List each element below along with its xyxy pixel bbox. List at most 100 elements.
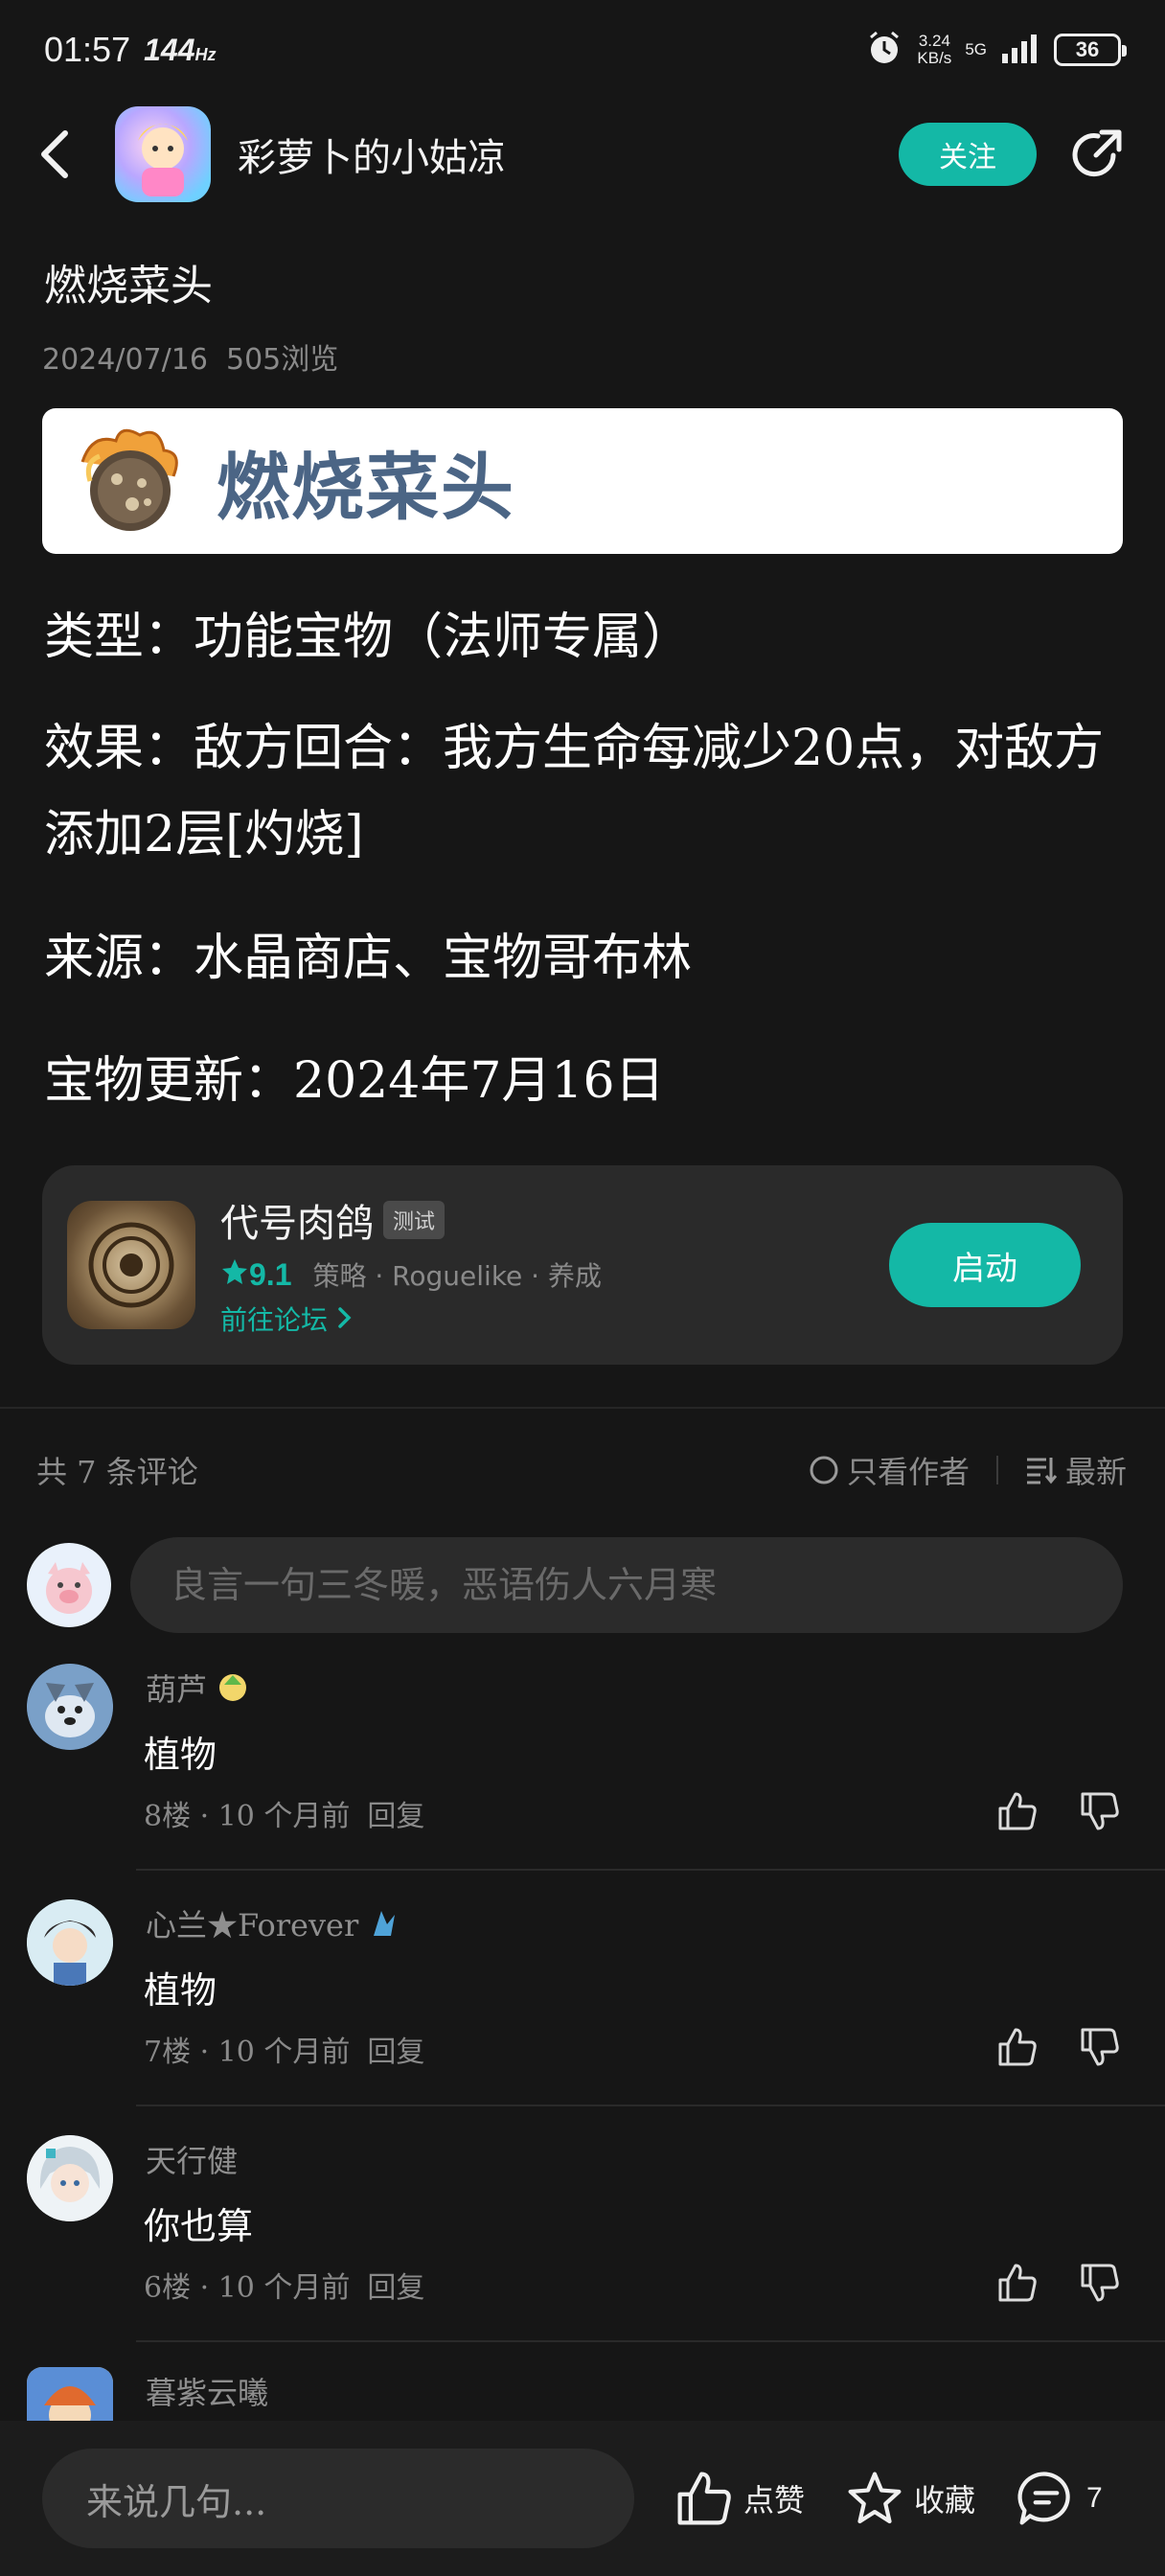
commenter-name-label: 心兰★Forever bbox=[146, 1907, 359, 1944]
commenter-name[interactable]: 天行健 bbox=[146, 2137, 238, 2181]
filter-separator bbox=[995, 1456, 998, 1484]
post-title: 燃烧菜头 bbox=[44, 262, 213, 310]
comment-text: 植物 bbox=[144, 1969, 217, 2012]
bottom-comment-input[interactable]: 来说几句... bbox=[42, 2449, 634, 2548]
forum-link-label: 前往论坛 bbox=[220, 1304, 329, 1336]
star-outline-icon bbox=[848, 2472, 902, 2524]
comment-divider bbox=[136, 2104, 1165, 2106]
signal-icon bbox=[1000, 33, 1040, 67]
commenter-name[interactable]: 暮紫云曦 bbox=[146, 2369, 268, 2413]
commenter-avatar[interactable] bbox=[27, 1664, 113, 1750]
post-meta: 2024/07/16 505浏览 bbox=[42, 335, 338, 378]
only-author-label: 只看作者 bbox=[846, 1454, 970, 1490]
commenter-name[interactable]: 葫芦 bbox=[146, 1666, 249, 1710]
like-button[interactable]: 点赞 bbox=[674, 2469, 805, 2528]
thumbs-up-icon bbox=[677, 2472, 731, 2525]
forum-link[interactable]: 前往论坛 bbox=[220, 1300, 889, 1338]
refresh-rate: 144Hz bbox=[144, 33, 216, 68]
sort-list-icon bbox=[1026, 1458, 1058, 1484]
commenter-name-label: 葫芦 bbox=[146, 1671, 208, 1708]
comment-meta: 6楼 · 10 个月前 回复 bbox=[144, 2264, 424, 2306]
game-name-row: 代号肉鸽 测试 bbox=[220, 1192, 889, 1248]
comment-actions bbox=[996, 2262, 1121, 2304]
comment-floor-time: 7楼 · 10 个月前 bbox=[144, 2036, 351, 2069]
game-sub: 9.1 策略 · Roguelike · 养成 bbox=[220, 1255, 889, 1294]
commenter-avatar[interactable] bbox=[27, 2367, 113, 2421]
net-speed-value: 3.24 bbox=[918, 32, 950, 50]
comment-filters: 只看作者 最新 bbox=[809, 1448, 1127, 1492]
comment-item: 天行健 你也算 6楼 · 10 个月前 回复 bbox=[0, 2135, 1165, 2336]
author-avatar[interactable] bbox=[115, 106, 211, 202]
game-test-badge: 测试 bbox=[383, 1201, 445, 1239]
comment-divider bbox=[136, 2340, 1165, 2342]
follow-button[interactable]: 关注 bbox=[899, 123, 1037, 186]
launch-button[interactable]: 启动 bbox=[889, 1223, 1081, 1307]
reply-button[interactable]: 回复 bbox=[367, 2271, 424, 2305]
net-speed-unit: KB/s bbox=[917, 49, 952, 67]
alarm-icon bbox=[865, 29, 903, 71]
sort-toggle[interactable]: 最新 bbox=[1025, 1448, 1127, 1492]
back-button[interactable] bbox=[38, 116, 96, 193]
comments-header: 共 7 条评论 只看作者 最新 bbox=[0, 1443, 1165, 1497]
post-date: 2024/07/16 bbox=[42, 343, 208, 377]
thumbs-down-icon[interactable] bbox=[1079, 2026, 1121, 2068]
post-effect-line: 效果：敌方回合：我方生命每减少20点，对敌方添加2层[灼烧] bbox=[44, 720, 1105, 863]
refresh-rate-value: 144 bbox=[144, 32, 195, 67]
share-button[interactable] bbox=[1067, 125, 1127, 184]
network-type: 5G bbox=[965, 40, 987, 58]
comment-meta: 8楼 · 10 个月前 回复 bbox=[144, 1792, 424, 1834]
status-time: 01:57 bbox=[44, 30, 131, 69]
comment-actions bbox=[996, 1790, 1121, 1832]
radio-circle-icon bbox=[810, 1456, 838, 1484]
game-icon[interactable] bbox=[67, 1201, 195, 1329]
chevron-left-icon bbox=[41, 130, 68, 178]
reply-button[interactable]: 回复 bbox=[367, 2036, 424, 2069]
comments-button[interactable]: 7 bbox=[1016, 2469, 1103, 2528]
section-divider bbox=[0, 1407, 1165, 1409]
badge-icon bbox=[374, 1911, 396, 1936]
comment-floor-time: 6楼 · 10 个月前 bbox=[144, 2271, 351, 2305]
game-genres: 策略 · Roguelike · 养成 bbox=[312, 1260, 602, 1292]
post-update-line: 宝物更新：2024年7月16日 bbox=[44, 1052, 665, 1110]
battery-indicator: 36 bbox=[1054, 34, 1127, 66]
commenter-avatar[interactable] bbox=[27, 1899, 113, 1986]
commenter-name[interactable]: 心兰★Forever bbox=[146, 1901, 400, 1945]
commenter-name-label: 天行健 bbox=[146, 2143, 239, 2179]
post-source-line: 来源：水晶商店、宝物哥布林 bbox=[44, 930, 693, 987]
bottom-bar: 来说几句... 点赞 收藏 7 bbox=[0, 2421, 1165, 2576]
favorite-label: 收藏 bbox=[914, 2482, 976, 2518]
thumbs-up-icon[interactable] bbox=[996, 2026, 1039, 2068]
comment-floor-time: 8楼 · 10 个月前 bbox=[144, 1800, 351, 1833]
comment-item: 心兰★Forever 植物 7楼 · 10 个月前 回复 bbox=[0, 1899, 1165, 2101]
banner-title: 燃烧菜头 bbox=[217, 445, 515, 530]
status-right: 3.24 KB/s 5G 36 bbox=[865, 29, 1127, 71]
favorite-button[interactable]: 收藏 bbox=[845, 2469, 975, 2528]
thumbs-down-icon[interactable] bbox=[1079, 2262, 1121, 2304]
comment-count-badge: 7 bbox=[1086, 2482, 1103, 2514]
author-name[interactable]: 彩萝卜的小姑凉 bbox=[238, 126, 899, 182]
status-bar: 01:57 144Hz 3.24 KB/s 5G 36 bbox=[0, 0, 1165, 100]
badge-icon bbox=[219, 1674, 247, 1701]
commenter-avatar[interactable] bbox=[27, 2135, 113, 2221]
reply-button[interactable]: 回复 bbox=[367, 1800, 424, 1833]
game-card[interactable]: 代号肉鸽 测试 9.1 策略 · Roguelike · 养成 前往论坛 启动 bbox=[42, 1165, 1123, 1365]
refresh-rate-unit: Hz bbox=[194, 44, 217, 64]
share-icon bbox=[1072, 129, 1122, 177]
only-author-toggle[interactable]: 只看作者 bbox=[809, 1448, 970, 1492]
item-banner: 燃烧菜头 bbox=[42, 408, 1123, 554]
game-name[interactable]: 代号肉鸽 bbox=[220, 1192, 374, 1248]
thumbs-up-icon[interactable] bbox=[996, 2262, 1039, 2304]
comment-input[interactable] bbox=[130, 1537, 1123, 1633]
net-speed: 3.24 KB/s bbox=[917, 33, 951, 67]
chevron-right-icon bbox=[338, 1307, 352, 1328]
sort-label: 最新 bbox=[1064, 1454, 1127, 1490]
comment-divider bbox=[136, 1869, 1165, 1871]
post-header: 彩萝卜的小姑凉 关注 bbox=[0, 100, 1165, 209]
comment-text: 你也算 bbox=[144, 2205, 254, 2247]
comment-item: 暮紫云曦 bbox=[0, 2367, 1165, 2421]
my-avatar[interactable] bbox=[27, 1543, 111, 1627]
post-views: 505浏览 bbox=[226, 343, 339, 377]
like-label: 点赞 bbox=[743, 2482, 806, 2518]
thumbs-down-icon[interactable] bbox=[1079, 1790, 1121, 1832]
thumbs-up-icon[interactable] bbox=[996, 1790, 1039, 1832]
